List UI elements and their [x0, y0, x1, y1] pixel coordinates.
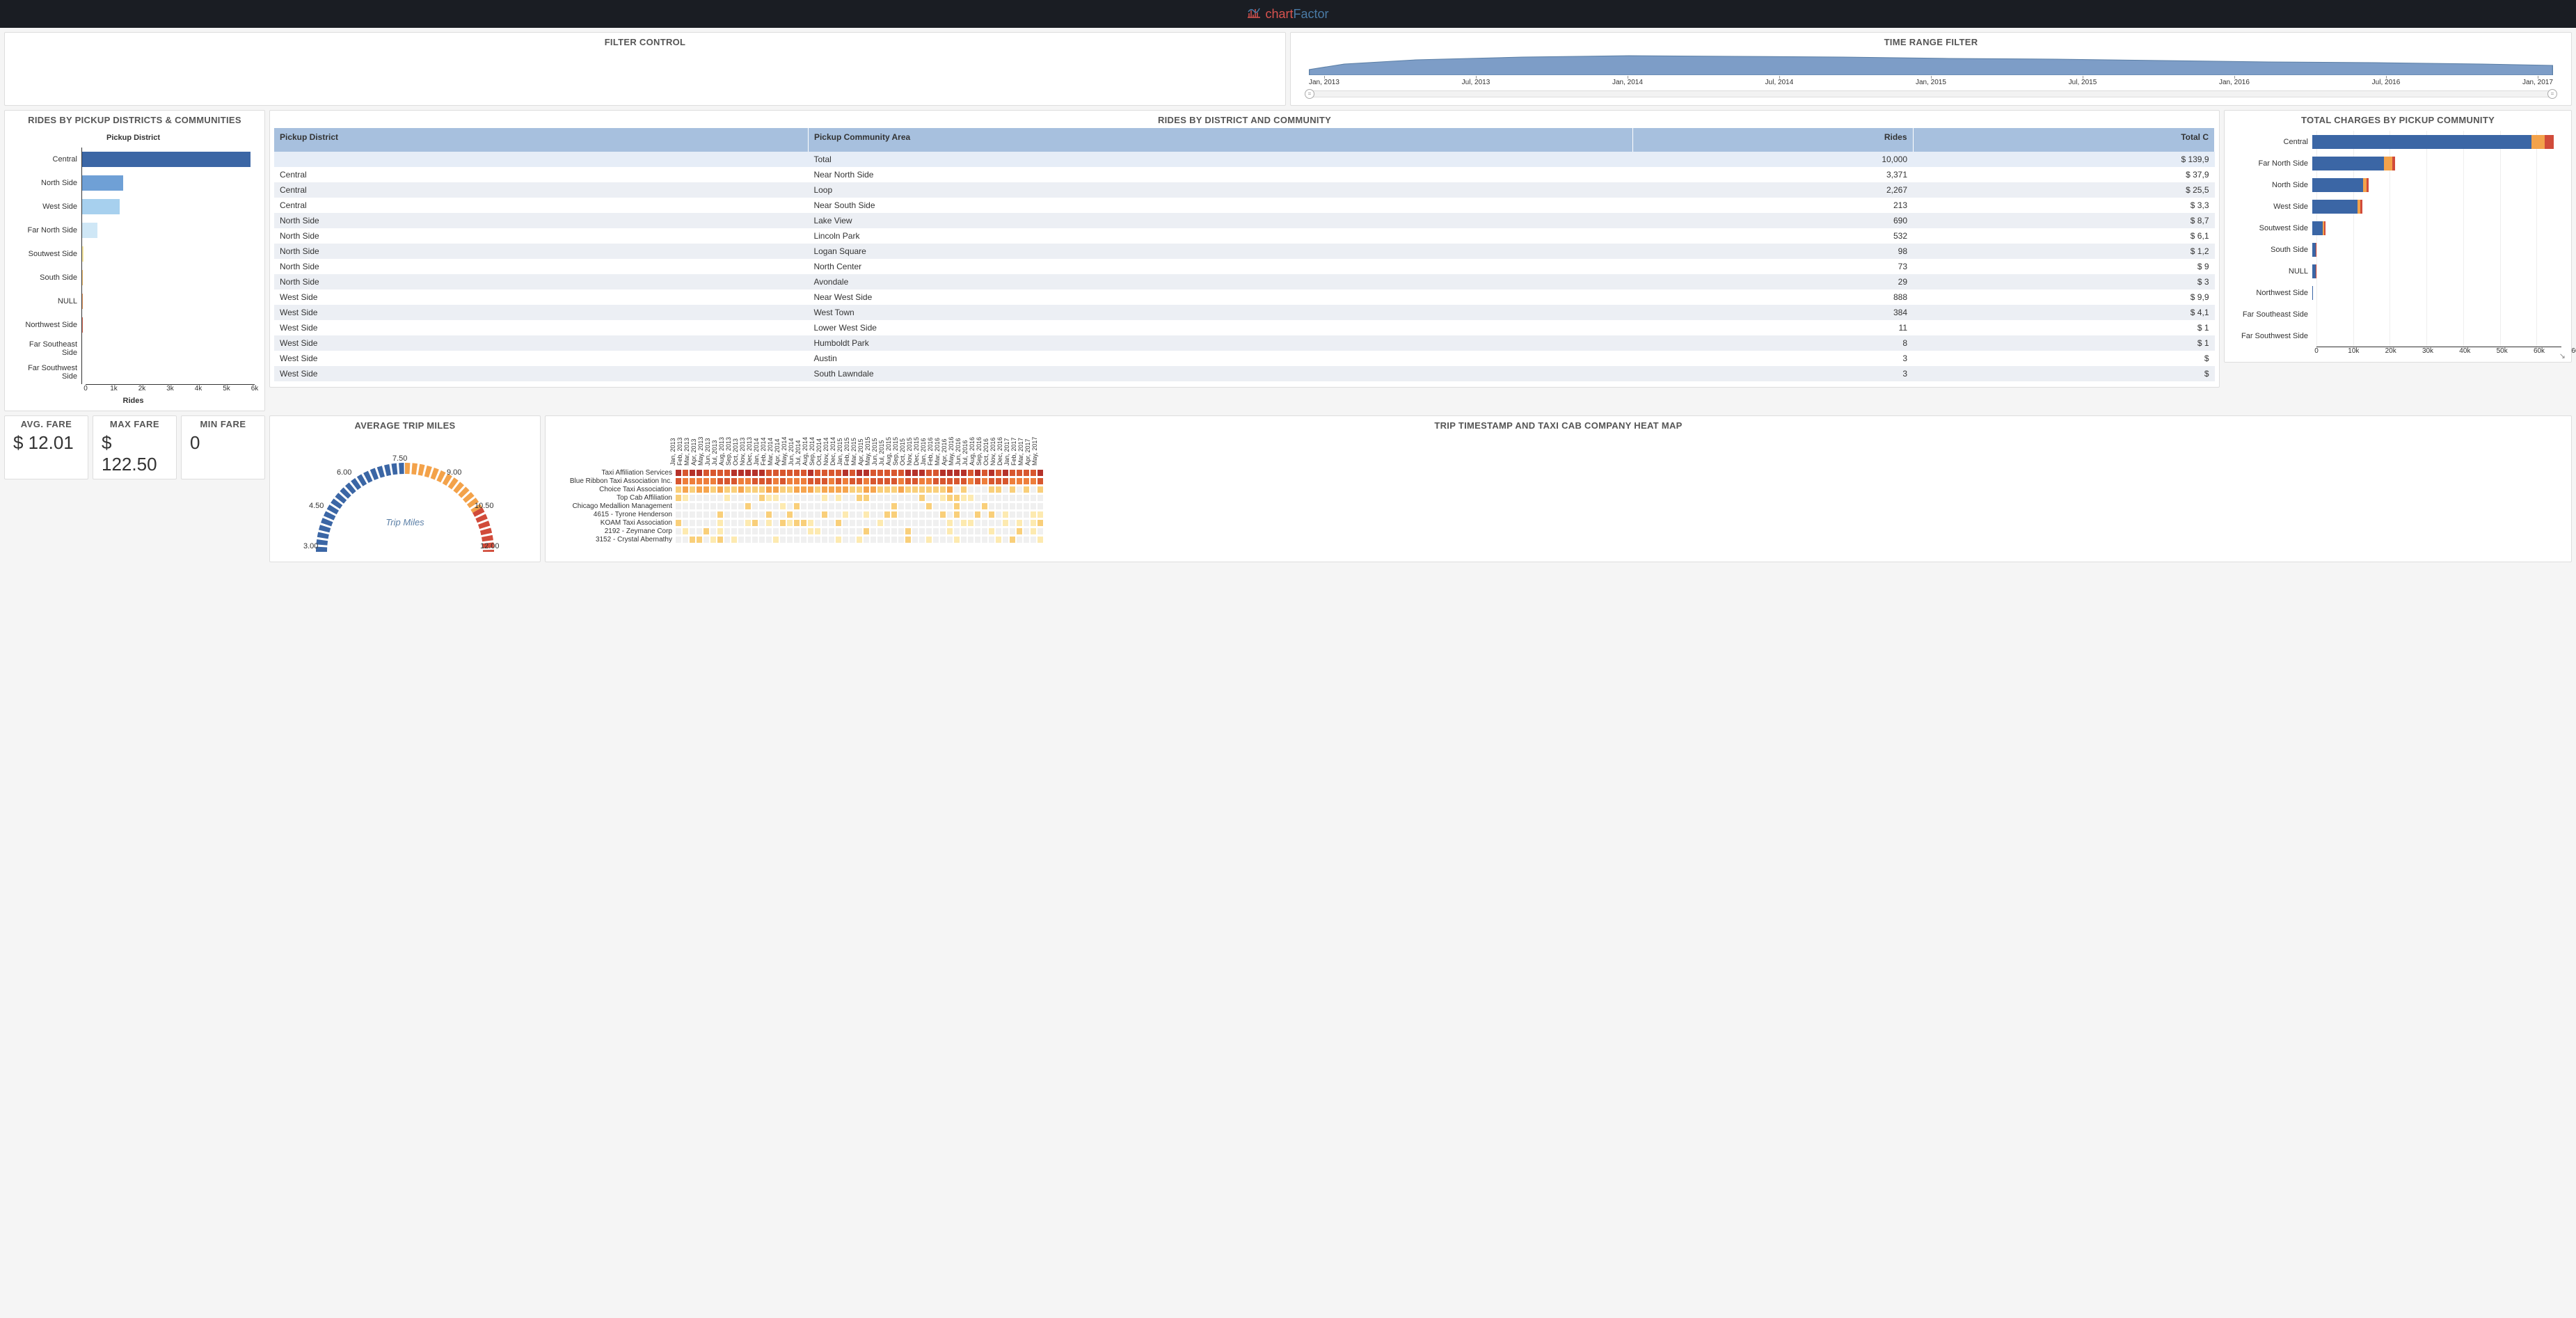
table-row[interactable]: West SideNear West Side888$ 9,9 [274, 289, 2215, 305]
heatmap-chart[interactable]: Jan, 2013Feb, 2013Mar, 2013Apr, 2013May,… [550, 434, 2567, 545]
time-range-panel: TIME RANGE FILTER Jan, 2013 Jul, 2013 Ja… [1290, 32, 2572, 106]
rides-by-district-chart[interactable]: Pickup DistrictCentralNorth SideWest Sid… [9, 128, 260, 408]
rides-by-district-title: RIDES BY PICKUP DISTRICTS & COMMUNITIES [9, 113, 260, 128]
gauge-chart[interactable]: 3.00 4.50 6.00 7.50 9.00 10.50 12.00 Tri… [274, 434, 536, 559]
heat-row[interactable]: Top Cab Affiliation [552, 493, 2564, 502]
filter-control-panel: FILTER CONTROL [4, 32, 1286, 106]
kpi-max-fare-value: $ 122.50 [97, 432, 172, 475]
table-row[interactable]: West SideWest Town384$ 4,1 [274, 305, 2215, 320]
table-row[interactable]: North SideLogan Square98$ 1,2 [274, 244, 2215, 259]
total-charges-title: TOTAL CHARGES BY PICKUP COMMUNITY [2229, 113, 2567, 128]
rides-table[interactable]: Pickup DistrictPickup Community AreaRide… [274, 128, 2215, 384]
table-panel: RIDES BY DISTRICT AND COMMUNITY Pickup D… [269, 110, 2220, 388]
stacked-bar-row[interactable]: Far North Side [2229, 152, 2561, 174]
table-header[interactable]: Total C [1913, 128, 2214, 152]
table-header[interactable]: Pickup District [274, 128, 808, 152]
time-range-ticks: Jan, 2013 Jul, 2013 Jan, 2014 Jul, 2014 … [1295, 79, 2567, 86]
stacked-bar-row[interactable]: South Side [2229, 239, 2561, 260]
time-range-sparkline[interactable]: Jan, 2013 Jul, 2013 Jan, 2014 Jul, 2014 … [1295, 50, 2567, 102]
bar-row[interactable]: NULL [12, 289, 255, 313]
bar-row[interactable]: Far Southeast Side [12, 337, 255, 360]
bar-row[interactable]: North Side [12, 171, 255, 195]
stacked-bar-row[interactable]: Far Southwest Side [2229, 325, 2561, 347]
table-row[interactable]: Total10,000$ 139,9 [274, 152, 2215, 167]
logo-text-factor: Factor [1294, 7, 1329, 22]
filter-control-title: FILTER CONTROL [9, 35, 1281, 50]
heatmap-title: TRIP TIMESTAMP AND TAXI CAB COMPANY HEAT… [550, 419, 2567, 434]
bar-row[interactable]: Northwest Side [12, 313, 255, 337]
table-row[interactable]: North SideLake View690$ 8,7 [274, 213, 2215, 228]
kpi-min-fare: MIN FARE 0 [181, 415, 265, 479]
kpi-avg-fare: AVG. FARE $ 12.01 [4, 415, 88, 479]
table-row[interactable]: West SideHumboldt Park8$ 1 [274, 335, 2215, 351]
heat-row[interactable]: Taxi Affiliation Services [552, 468, 2564, 477]
gauge-title: AVERAGE TRIP MILES [274, 419, 536, 434]
table-row[interactable]: West SideAustin3$ [274, 351, 2215, 366]
table-header[interactable]: Pickup Community Area [808, 128, 1632, 152]
stacked-bar-row[interactable]: Far Southeast Side [2229, 303, 2561, 325]
rides-by-district-panel: RIDES BY PICKUP DISTRICTS & COMMUNITIES … [4, 110, 265, 411]
dashboard: FILTER CONTROL TIME RANGE FILTER Jan, 20… [0, 28, 2576, 566]
table-row[interactable]: North SideLincoln Park532$ 6,1 [274, 228, 2215, 244]
bar-row[interactable]: Far Southwest Side [12, 360, 255, 384]
heat-row[interactable]: Blue Ribbon Taxi Association Inc. [552, 477, 2564, 485]
table-title: RIDES BY DISTRICT AND COMMUNITY [274, 113, 2215, 128]
kpi-min-fare-value: 0 [186, 432, 260, 454]
table-row[interactable]: West SideLower West Side11$ 1 [274, 320, 2215, 335]
slider-handle-right[interactable]: = [2547, 89, 2557, 99]
table-row[interactable]: North SideAvondale29$ 3 [274, 274, 2215, 289]
table-header[interactable]: Rides [1633, 128, 1913, 152]
logo-text-chart: chart [1265, 7, 1293, 22]
stacked-bar-row[interactable]: Central [2229, 131, 2561, 152]
gauge-panel: AVERAGE TRIP MILES 3.00 4.50 6.00 7.50 9… [269, 415, 541, 562]
time-range-slider[interactable]: = = [1309, 90, 2553, 97]
heat-row[interactable]: Choice Taxi Association [552, 485, 2564, 493]
bar-row[interactable]: Far North Side [12, 219, 255, 242]
kpi-max-fare: MAX FARE $ 122.50 [93, 415, 177, 479]
table-row[interactable]: North SideNorth Center73$ 9 [274, 259, 2215, 274]
chart-bars-icon [1247, 7, 1261, 22]
topbar: chartFactor [0, 0, 2576, 28]
gauge-center-label: Trip Miles [274, 517, 536, 527]
resize-icon[interactable]: ↘ [2559, 351, 2566, 360]
table-row[interactable]: CentralLoop2,267$ 25,5 [274, 182, 2215, 198]
stacked-bar-row[interactable]: NULL [2229, 260, 2561, 282]
stacked-bar-row[interactable]: Soutwest Side [2229, 217, 2561, 239]
bar-row[interactable]: Soutwest Side [12, 242, 255, 266]
table-row[interactable]: CentralNear North Side3,371$ 37,9 [274, 167, 2215, 182]
total-charges-panel: TOTAL CHARGES BY PICKUP COMMUNITY Centra… [2224, 110, 2572, 363]
heat-row[interactable]: 2192 - Zeymane Corp [552, 527, 2564, 535]
logo: chartFactor [1247, 7, 1328, 22]
heat-row[interactable]: 4615 - Tyrone Henderson [552, 510, 2564, 518]
time-range-title: TIME RANGE FILTER [1295, 35, 2567, 50]
heatmap-panel: TRIP TIMESTAMP AND TAXI CAB COMPANY HEAT… [545, 415, 2572, 562]
kpi-avg-fare-value: $ 12.01 [9, 432, 84, 454]
bar-row[interactable]: West Side [12, 195, 255, 219]
table-row[interactable]: West SideWest Garfield Park3$ [274, 381, 2215, 384]
bar-row[interactable]: South Side [12, 266, 255, 289]
heat-row[interactable]: Chicago Medallion Management [552, 502, 2564, 510]
stacked-bar-row[interactable]: Northwest Side [2229, 282, 2561, 303]
stacked-bar-row[interactable]: West Side [2229, 196, 2561, 217]
bar-row[interactable]: Central [12, 148, 255, 171]
kpi-row: AVG. FARE $ 12.01 MAX FARE $ 122.50 MIN … [4, 415, 265, 479]
stacked-bar-row[interactable]: North Side [2229, 174, 2561, 196]
total-charges-chart[interactable]: CentralFar North SideNorth SideWest Side… [2229, 128, 2567, 359]
heat-row[interactable]: KOAM Taxi Association [552, 518, 2564, 527]
slider-handle-left[interactable]: = [1305, 89, 1314, 99]
table-row[interactable]: CentralNear South Side213$ 3,3 [274, 198, 2215, 213]
table-row[interactable]: West SideSouth Lawndale3$ [274, 366, 2215, 381]
heat-row[interactable]: 3152 - Crystal Abernathy [552, 535, 2564, 543]
